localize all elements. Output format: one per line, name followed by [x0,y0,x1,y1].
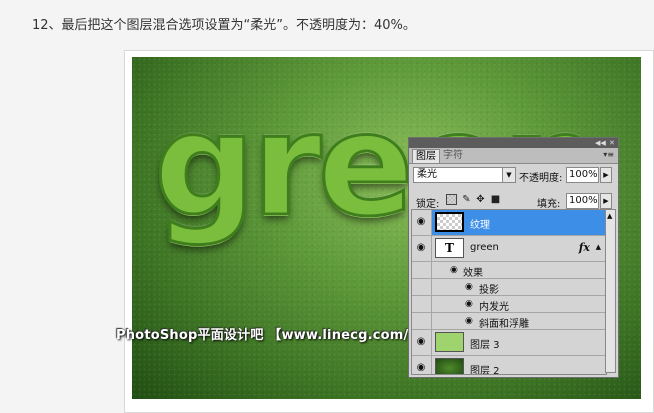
blend-mode-value: 柔光 [417,169,437,180]
eye-icon[interactable]: ◉ [415,336,427,348]
step-instruction: 12、最后把这个图层混合选项设置为“柔光”。不透明度为：40%。 [32,18,416,33]
fx-icon[interactable]: fx [579,241,590,254]
eye-icon[interactable]: ◉ [465,315,473,327]
brush-icon[interactable]: ✎ [461,194,472,205]
chevron-down-icon[interactable]: ▼ [502,168,515,182]
visibility-column [412,279,432,295]
layer-thumbnail [435,332,464,352]
eye-icon[interactable]: ◉ [415,242,427,254]
eye-icon[interactable]: ◉ [415,362,427,374]
effect-name: 效果 [463,268,483,279]
double-chevron-icon[interactable]: ◀◀ [595,138,606,148]
opacity-label: 不透明度: [519,173,563,184]
effect-name: 投影 [479,285,499,296]
fill-label: 填充: [537,199,561,210]
layer-row-layer2[interactable]: ◉ 图层 2 [412,356,606,375]
visibility-column [412,313,432,329]
blend-mode-select[interactable]: 柔光 ▼ [413,167,516,183]
eye-icon[interactable]: ◉ [465,281,473,293]
effect-row-bevel-emboss[interactable]: ◉ 斜面和浮雕 [412,313,606,330]
eye-icon[interactable]: ◉ [415,216,427,228]
panel-titlebar: ◀◀ ✕ [409,138,618,148]
layers-scrollbar[interactable]: ▲ [605,209,616,373]
panel-tabbar: 图层 字符 ▾≡ [409,148,618,164]
type-layer-icon: T [435,238,464,258]
opacity-input[interactable]: 100% [566,167,599,183]
fill-slider-arrow-icon[interactable]: ▶ [600,193,612,209]
layer-thumbnail [435,212,464,232]
visibility-column [412,262,432,278]
tab-layers[interactable]: 图层 [412,149,440,163]
panel-menu-icon[interactable]: ▾≡ [603,150,614,159]
effect-row-inner-glow[interactable]: ◉ 内发光 [412,296,606,313]
layer-row-green[interactable]: ◉ T green fx ▲ [412,236,606,262]
layer-name: 纹理 [470,220,490,231]
fill-input[interactable]: 100% [566,193,599,209]
layers-panel: ◀◀ ✕ 图层 字符 ▾≡ 柔光 ▼ 不透明度: 100% ▶ 锁定: ✎ ✥ … [408,137,619,378]
lock-transparent-icon[interactable] [446,194,457,205]
opacity-slider-arrow-icon[interactable]: ▶ [600,167,612,183]
effects-group-row[interactable]: ◉ 效果 [412,262,606,279]
layer-name: 图层 2 [470,366,500,375]
eye-icon[interactable]: ◉ [450,264,458,276]
layers-list: ◉ 纹理 ◉ T green fx ▲ ◉ 效果 ◉ 投影 ◉ 内发光 ◉ 斜面… [411,209,607,375]
visibility-column [412,296,432,312]
effect-name: 斜面和浮雕 [479,319,529,330]
effect-row-drop-shadow[interactable]: ◉ 投影 [412,279,606,296]
lock-label: 锁定: [416,199,440,210]
layer-thumbnail [435,358,464,374]
scroll-up-icon[interactable]: ▲ [607,212,612,220]
layer-name: 图层 3 [470,340,500,351]
layer-row-layer3[interactable]: ◉ 图层 3 [412,330,606,356]
layer-name: green [470,242,499,253]
close-icon[interactable]: ✕ [609,138,615,148]
eye-icon[interactable]: ◉ [465,298,473,310]
expand-arrow-icon[interactable]: ▲ [596,243,601,251]
move-icon[interactable]: ✥ [475,194,486,205]
layer-row-texture[interactable]: ◉ 纹理 [412,210,606,236]
tab-character[interactable]: 字符 [440,149,466,163]
effect-name: 内发光 [479,302,509,313]
lock-icon[interactable]: ■ [490,194,501,205]
